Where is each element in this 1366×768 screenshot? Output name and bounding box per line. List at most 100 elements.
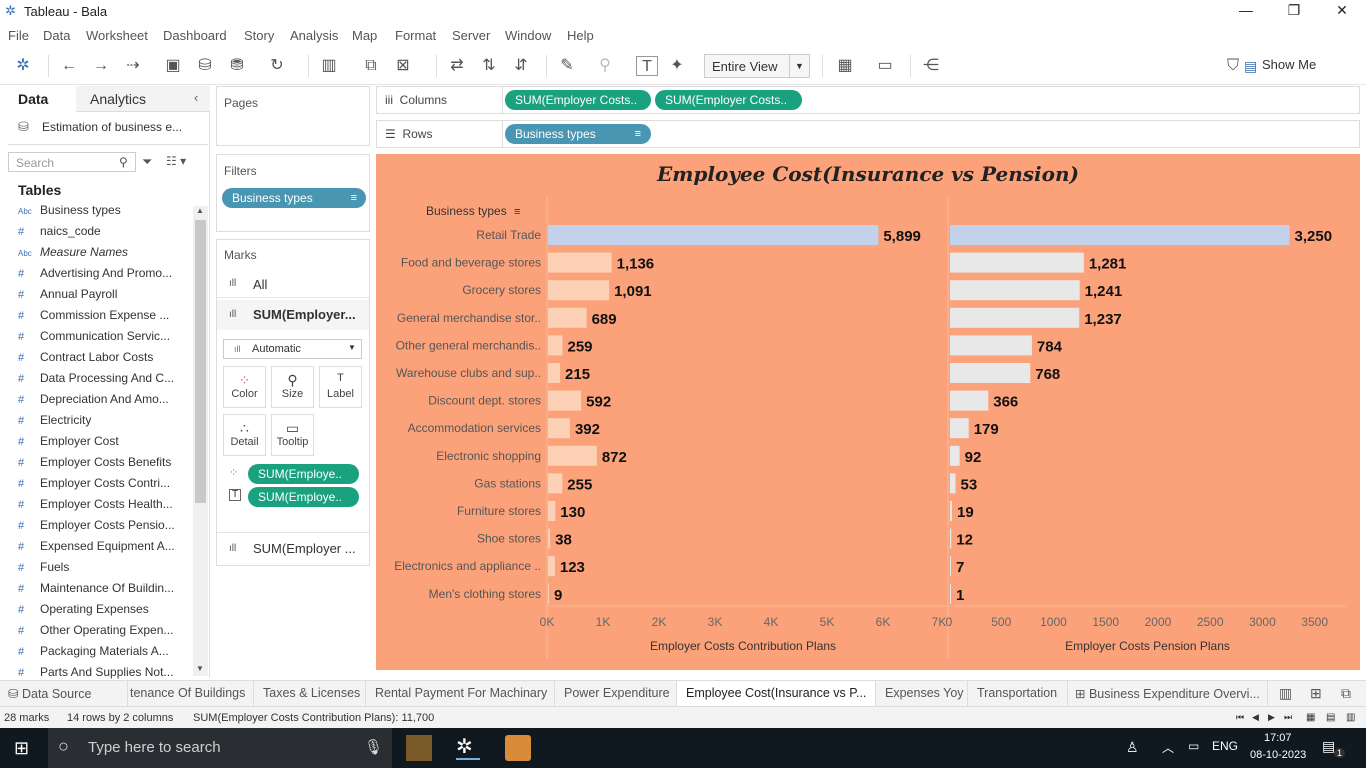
scrollbar[interactable]: ▲ ▼ [193,206,208,676]
detail-button[interactable]: ∴ Detail [223,414,266,456]
tabs-view-icon[interactable]: ▥ [1346,712,1355,723]
marks-all[interactable]: ıll All [217,270,369,298]
filter-pill-business-types[interactable]: Business types ≡ [222,188,366,208]
field-item[interactable]: # naics_code [18,224,193,245]
format-painter-icon[interactable]: ⛉ [1222,56,1244,76]
tab-data-source[interactable]: ⛁ Data Source [0,681,128,707]
field-item[interactable]: # Operating Expenses [18,602,193,623]
clock-date[interactable]: 08-10-2023 [1250,749,1306,761]
microphone-icon[interactable]: 🎙 [364,738,383,756]
collapse-pane-icon[interactable]: ‹ [194,90,198,105]
tab-business-overview[interactable]: ⊞ Business Expenditure Overvi... [1068,681,1268,707]
color-pill[interactable]: SUM(Employe.. [248,464,359,484]
field-item[interactable]: # Other Operating Expen... [18,623,193,644]
nav-prev-icon[interactable]: ◀ [1252,712,1259,723]
field-item[interactable]: # Packaging Materials A... [18,644,193,665]
field-item[interactable]: # Data Processing And C... [18,371,193,392]
field-item[interactable]: # Expensed Equipment A... [18,539,193,560]
field-item[interactable]: # Employer Costs Contri... [18,476,193,497]
tab-maintenance[interactable]: tenance Of Buildings [128,681,254,707]
windows-start-icon[interactable]: ⊞ [14,738,29,759]
mark-type-select[interactable]: ıll Automatic ▼ [223,339,362,359]
new-story-icon[interactable]: ⧉ [1341,685,1351,702]
language-indicator[interactable]: ENG [1212,739,1238,753]
pages-card[interactable]: Pages [216,86,370,146]
field-item[interactable]: # Employer Cost [18,434,193,455]
tab-taxes[interactable]: Taxes & Licenses [254,681,366,707]
size-button[interactable]: ⚲ Size [271,366,314,408]
tab-expenses-yoy[interactable]: Expenses Yoy [876,681,968,707]
menu-file[interactable]: File [8,28,29,43]
group-members-icon[interactable]: ⚲ [594,56,616,76]
duplicate-sheet-icon[interactable]: ⧉ [360,56,382,76]
label-pill[interactable]: SUM(Employe.. [248,487,359,507]
presentation-mode-icon[interactable]: ▭ [874,56,896,76]
share-icon[interactable]: ⋲ [920,56,942,76]
clear-sheet-icon[interactable]: ⊠ [392,56,414,76]
datasource-item[interactable]: ⛁ Estimation of business e... [8,117,208,139]
field-item[interactable]: # Advertising And Promo... [18,266,193,287]
marks-sum1[interactable]: ıll SUM(Employer... [217,300,369,330]
search-input[interactable]: Search ⚲ [8,152,136,172]
tab-employee-cost[interactable]: Employee Cost(Insurance vs P... [677,681,876,707]
menu-server[interactable]: Server [452,28,490,43]
pause-updates-icon[interactable]: ⛃ [226,56,248,76]
show-me-button[interactable]: Show Me [1262,57,1316,72]
app-orange-icon[interactable] [505,735,531,761]
undo-icon[interactable]: ← [58,56,80,76]
restore-button[interactable]: ❐ [1274,2,1314,22]
menu-dashboard[interactable]: Dashboard [163,28,227,43]
columns-shelf[interactable]: iii Columns SUM(Employer Costs.. SUM(Emp… [376,86,1360,114]
rows-shelf[interactable]: ☰ Rows Business types ≡ [376,120,1360,148]
field-item[interactable]: # Depreciation And Amo... [18,392,193,413]
scroll-down-icon[interactable]: ▼ [196,664,204,673]
show-labels-icon[interactable]: T [636,56,658,76]
tab-transportation[interactable]: Transportation [968,681,1068,707]
new-worksheet-icon[interactable]: ▥ [318,56,340,76]
scroll-up-icon[interactable]: ▲ [196,206,204,215]
close-button[interactable]: ✕ [1322,2,1362,22]
new-dashboard-icon[interactable]: ⊞ [1310,685,1322,702]
tableau-home-icon[interactable]: ✲ [12,56,34,76]
field-item[interactable]: # Contract Labor Costs [18,350,193,371]
clock-time[interactable]: 17:07 [1264,732,1292,744]
filmstrip-view-icon[interactable]: ▤ [1326,712,1335,723]
menu-format[interactable]: Format [395,28,436,43]
fix-axes-icon[interactable]: ✦ [666,56,688,76]
highlight-icon[interactable]: ✎ [556,56,578,76]
marks-sum2[interactable]: ıll SUM(Employer ... [217,532,369,562]
tab-rental[interactable]: Rental Payment For Machinary [366,681,555,707]
filter-icon[interactable]: ⏷ [142,154,152,170]
tableau-taskbar-icon[interactable]: ✲ [456,734,480,760]
grid-view-icon[interactable]: ▦ [1306,712,1315,723]
nav-next-icon[interactable]: ▶ [1268,712,1275,723]
field-item[interactable]: Abc Business types [18,203,193,224]
field-item[interactable]: # Maintenance Of Buildin... [18,581,193,602]
tab-data[interactable]: Data [0,86,76,112]
new-worksheet-icon[interactable]: ▥ [1279,685,1292,702]
menu-data[interactable]: Data [43,28,70,43]
menu-map[interactable]: Map [352,28,377,43]
replay-icon[interactable]: ⇢ [122,56,144,76]
field-item[interactable]: Abc Measure Names [18,245,193,266]
nav-first-icon[interactable]: ⏮ [1236,712,1244,723]
refresh-icon[interactable]: ↻ [266,56,288,76]
tooltip-button[interactable]: ▭ Tooltip [271,414,314,456]
filters-card[interactable]: Filters Business types ≡ [216,154,370,232]
sort-descending-icon[interactable]: ⇵ [510,56,532,76]
show-cards-icon[interactable]: ▦ [834,56,856,76]
nav-last-icon[interactable]: ⏭ [1284,712,1292,723]
battery-icon[interactable]: ▭ [1188,739,1199,753]
tab-analytics[interactable]: Analytics ‹ [76,86,210,112]
fit-select[interactable]: Entire View ▼ [704,54,810,78]
field-item[interactable]: # Employer Costs Health... [18,497,193,518]
field-item[interactable]: # Communication Servic... [18,329,193,350]
taskbar-search-input[interactable]: ○ Type here to search 🎙 [48,728,392,768]
columns-pill-contribution[interactable]: SUM(Employer Costs.. [505,90,651,110]
menu-analysis[interactable]: Analysis [290,28,338,43]
color-button[interactable]: ⁘ Color [223,366,266,408]
menu-worksheet[interactable]: Worksheet [86,28,148,43]
menu-window[interactable]: Window [505,28,551,43]
sort-ascending-icon[interactable]: ⇅ [478,56,500,76]
scrollbar-thumb[interactable] [195,220,206,503]
